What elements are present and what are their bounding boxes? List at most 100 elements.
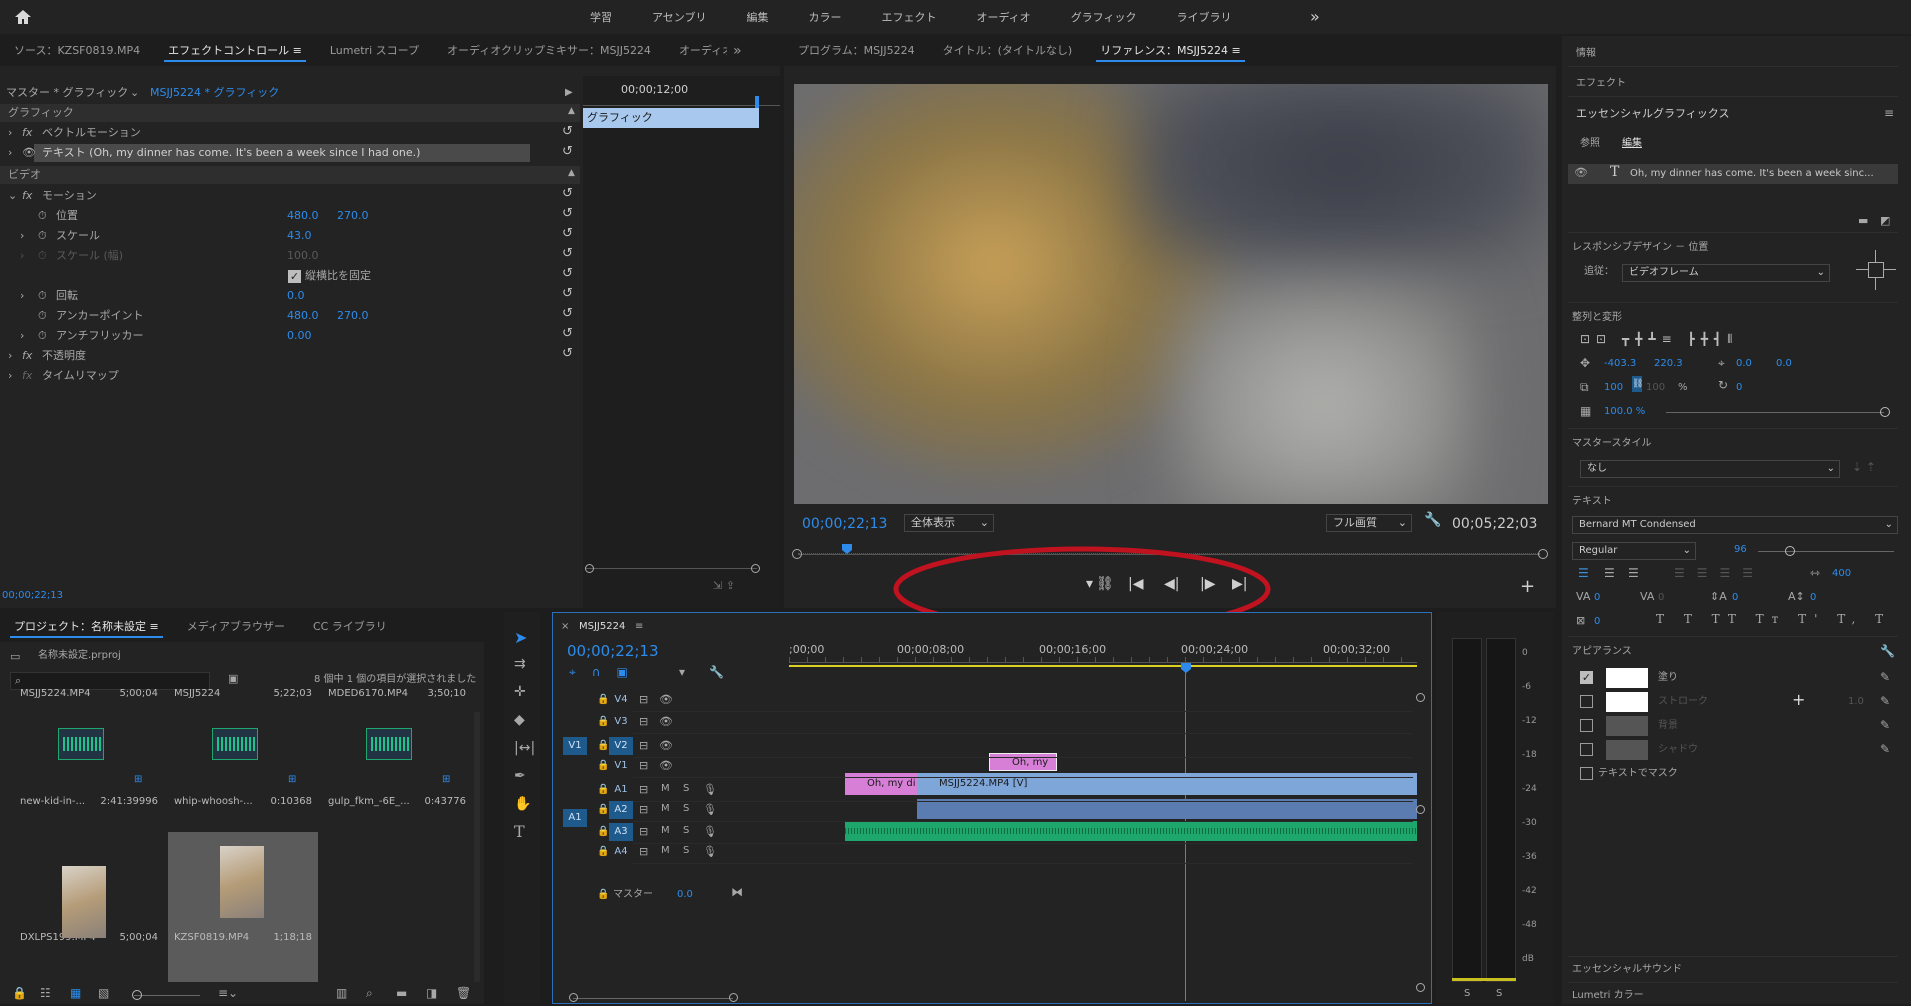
hand-tool-icon[interactable]: ✋ [514,796,531,812]
ec-export-icon[interactable]: ⇲ ⇪ [713,579,735,592]
chevron-right-icon[interactable]: › [20,326,24,346]
pos-x[interactable]: -403.3 [1604,354,1636,374]
tab-media-browser[interactable]: メディアブラウザー [173,612,299,642]
track-label-video[interactable]: V2 [609,737,633,755]
reset-icon[interactable]: ↺ [562,246,573,261]
breadcrumb-clip[interactable]: MSJJ5224 * グラフィック [150,83,279,103]
baseline-value[interactable]: 0 [1810,588,1816,608]
find-icon[interactable]: ⌕ [366,986,373,1001]
tab-effect-controls[interactable]: エフェクトコントロール ≡ [154,36,316,66]
chevron-right-icon[interactable]: › [8,366,12,386]
solo-left-button[interactable]: S [1464,984,1470,1004]
ec-clip-bar[interactable]: グラフィック [583,108,759,128]
collapse-icon[interactable]: ▲ [568,106,575,116]
anchor-y-value[interactable]: 270.0 [337,306,369,326]
background-swatch[interactable] [1606,716,1648,736]
layer-row[interactable]: 👁 T Oh, my dinner has come. It's been a … [1568,164,1898,184]
position-x-value[interactable]: 480.0 [287,206,319,226]
essential-sound-label[interactable]: エッセンシャルサウンド [1572,960,1682,980]
stopwatch-icon[interactable]: ⏱ [38,286,47,306]
source-patch-a1[interactable]: A1 [563,809,587,827]
vscroll-handle-top[interactable] [1416,693,1425,702]
stopwatch-icon[interactable]: ⏱ [38,226,47,246]
push-style-icon[interactable]: ⇣ ⇡ [1852,460,1876,474]
faux-style-icons[interactable]: T T TT Tт T' T, T [1656,612,1891,626]
mute-button[interactable]: M [661,803,670,814]
eye-icon[interactable]: 👁 [1574,166,1588,179]
stroke-swatch[interactable] [1606,692,1648,712]
track-label-audio[interactable]: A4 [609,843,633,861]
workspace-tab[interactable]: オーディオ [976,9,1030,25]
reset-icon[interactable]: ↺ [562,124,573,139]
workspace-tab[interactable]: アセンブリ [652,9,706,25]
collapse-icon[interactable]: ▲ [568,168,575,178]
track-label-video[interactable]: V1 [609,757,633,775]
source-patch-v1[interactable]: V1 [563,737,587,755]
leading-value[interactable]: 0 [1732,588,1738,608]
tab-edit[interactable]: 編集 [1622,134,1642,154]
eyedropper-icon[interactable]: ✎ [1880,670,1890,684]
breadcrumb-master[interactable]: マスター * グラフィック [6,83,128,103]
fill-checkbox[interactable]: ✓ [1580,671,1593,684]
type-tool-icon[interactable]: T [514,822,525,841]
lock-icon[interactable]: 🔒 [597,889,609,900]
track-label-video[interactable]: V4 [609,691,633,709]
trash-icon[interactable]: 🗑 [456,986,471,1000]
rotation-value[interactable]: 0 [1736,378,1742,398]
thumb-size-handle[interactable] [132,990,142,1000]
project-item[interactable]: MDED6170.MP4 3;50;10 ⊞ gulp_fkm_-6E_... 0:43… [322,682,472,832]
pos-y[interactable]: 220.3 [1654,354,1683,374]
icon-view-icon[interactable]: ▦ [70,986,81,1000]
sync-lock-icon[interactable]: ⊟ [639,693,648,706]
workspace-tab[interactable]: カラー [808,9,841,25]
folder-icon[interactable]: ▬ [1858,214,1868,227]
tab-audio-clip-mixer[interactable]: オーディオクリップミキサー：MSJJ5224 [433,36,665,66]
opacity-slider-handle[interactable] [1880,407,1890,417]
project-item[interactable]: KZSF0819.MP4 1;18;18 [168,832,318,982]
sort-icon[interactable]: ≡⌄ [218,986,238,1000]
automate-icon[interactable]: ▥ [336,986,347,1000]
home-icon[interactable] [14,9,32,25]
mic-icon[interactable]: 🎙 [703,825,717,838]
info-label[interactable]: 情報 [1576,44,1596,64]
play-triangle-icon[interactable]: ▶ [565,83,573,103]
tab-browse[interactable]: 参照 [1580,134,1600,154]
ec-zoom-handle-left[interactable] [585,564,594,573]
work-area-bar[interactable] [789,665,1417,667]
eyedropper-icon[interactable]: ✎ [1880,742,1890,756]
wrench-icon[interactable]: 🔧 [1424,512,1441,528]
reset-icon[interactable]: ↺ [562,346,573,361]
stopwatch-icon[interactable]: ⏱ [38,206,47,226]
reset-icon[interactable]: ↺ [562,326,573,341]
lock-icon[interactable]: 🔒 [597,804,609,815]
solo-button[interactable]: S [683,845,689,856]
add-stroke-icon[interactable]: + [1792,690,1805,709]
lock-icon[interactable]: 🔒 [597,784,609,795]
font-style-select[interactable]: Regular ⌄ [1572,542,1696,560]
effects-label[interactable]: エフェクト [1576,74,1626,94]
zoom-select[interactable]: 全体表示 ⌄ [904,514,994,532]
justify-icons[interactable]: ☰☰☰☰ [1674,566,1765,580]
chevron-right-icon[interactable]: › [20,226,24,246]
eye-icon[interactable]: 👁 [659,693,673,706]
lock-icon[interactable]: 🔒 [597,846,609,857]
anchor-y[interactable]: 0.0 [1776,354,1792,374]
shadow-checkbox[interactable] [1580,743,1593,756]
chevron-right-icon[interactable]: › [8,123,12,143]
thumb-size-slider[interactable] [134,995,200,996]
tab-cc-libraries[interactable]: CC ライブラリ [299,612,401,642]
project-item[interactable]: DXLPS199.MP4 5;00;04 [14,832,164,982]
marker-icon[interactable]: ▾ [679,665,685,679]
go-to-end-icon[interactable]: ⧓ [731,885,743,899]
solo-button[interactable]: S [683,803,689,814]
sync-lock-icon[interactable]: ⊟ [639,739,648,752]
vscroll-handle-bottom[interactable] [1416,983,1425,992]
reset-icon[interactable]: ↺ [562,144,573,159]
workspace-more-button[interactable]: » [1310,7,1320,26]
timeline-tab[interactable]: MSJJ5224 [579,617,625,637]
follow-select[interactable]: ビデオフレーム ⌄ [1622,264,1830,282]
hscroll-handle-right[interactable] [729,993,738,1002]
eye-icon[interactable]: 👁 [659,739,673,752]
tab-lumetri-scope[interactable]: Lumetri スコープ [316,36,433,66]
stroke-checkbox[interactable] [1580,695,1593,708]
